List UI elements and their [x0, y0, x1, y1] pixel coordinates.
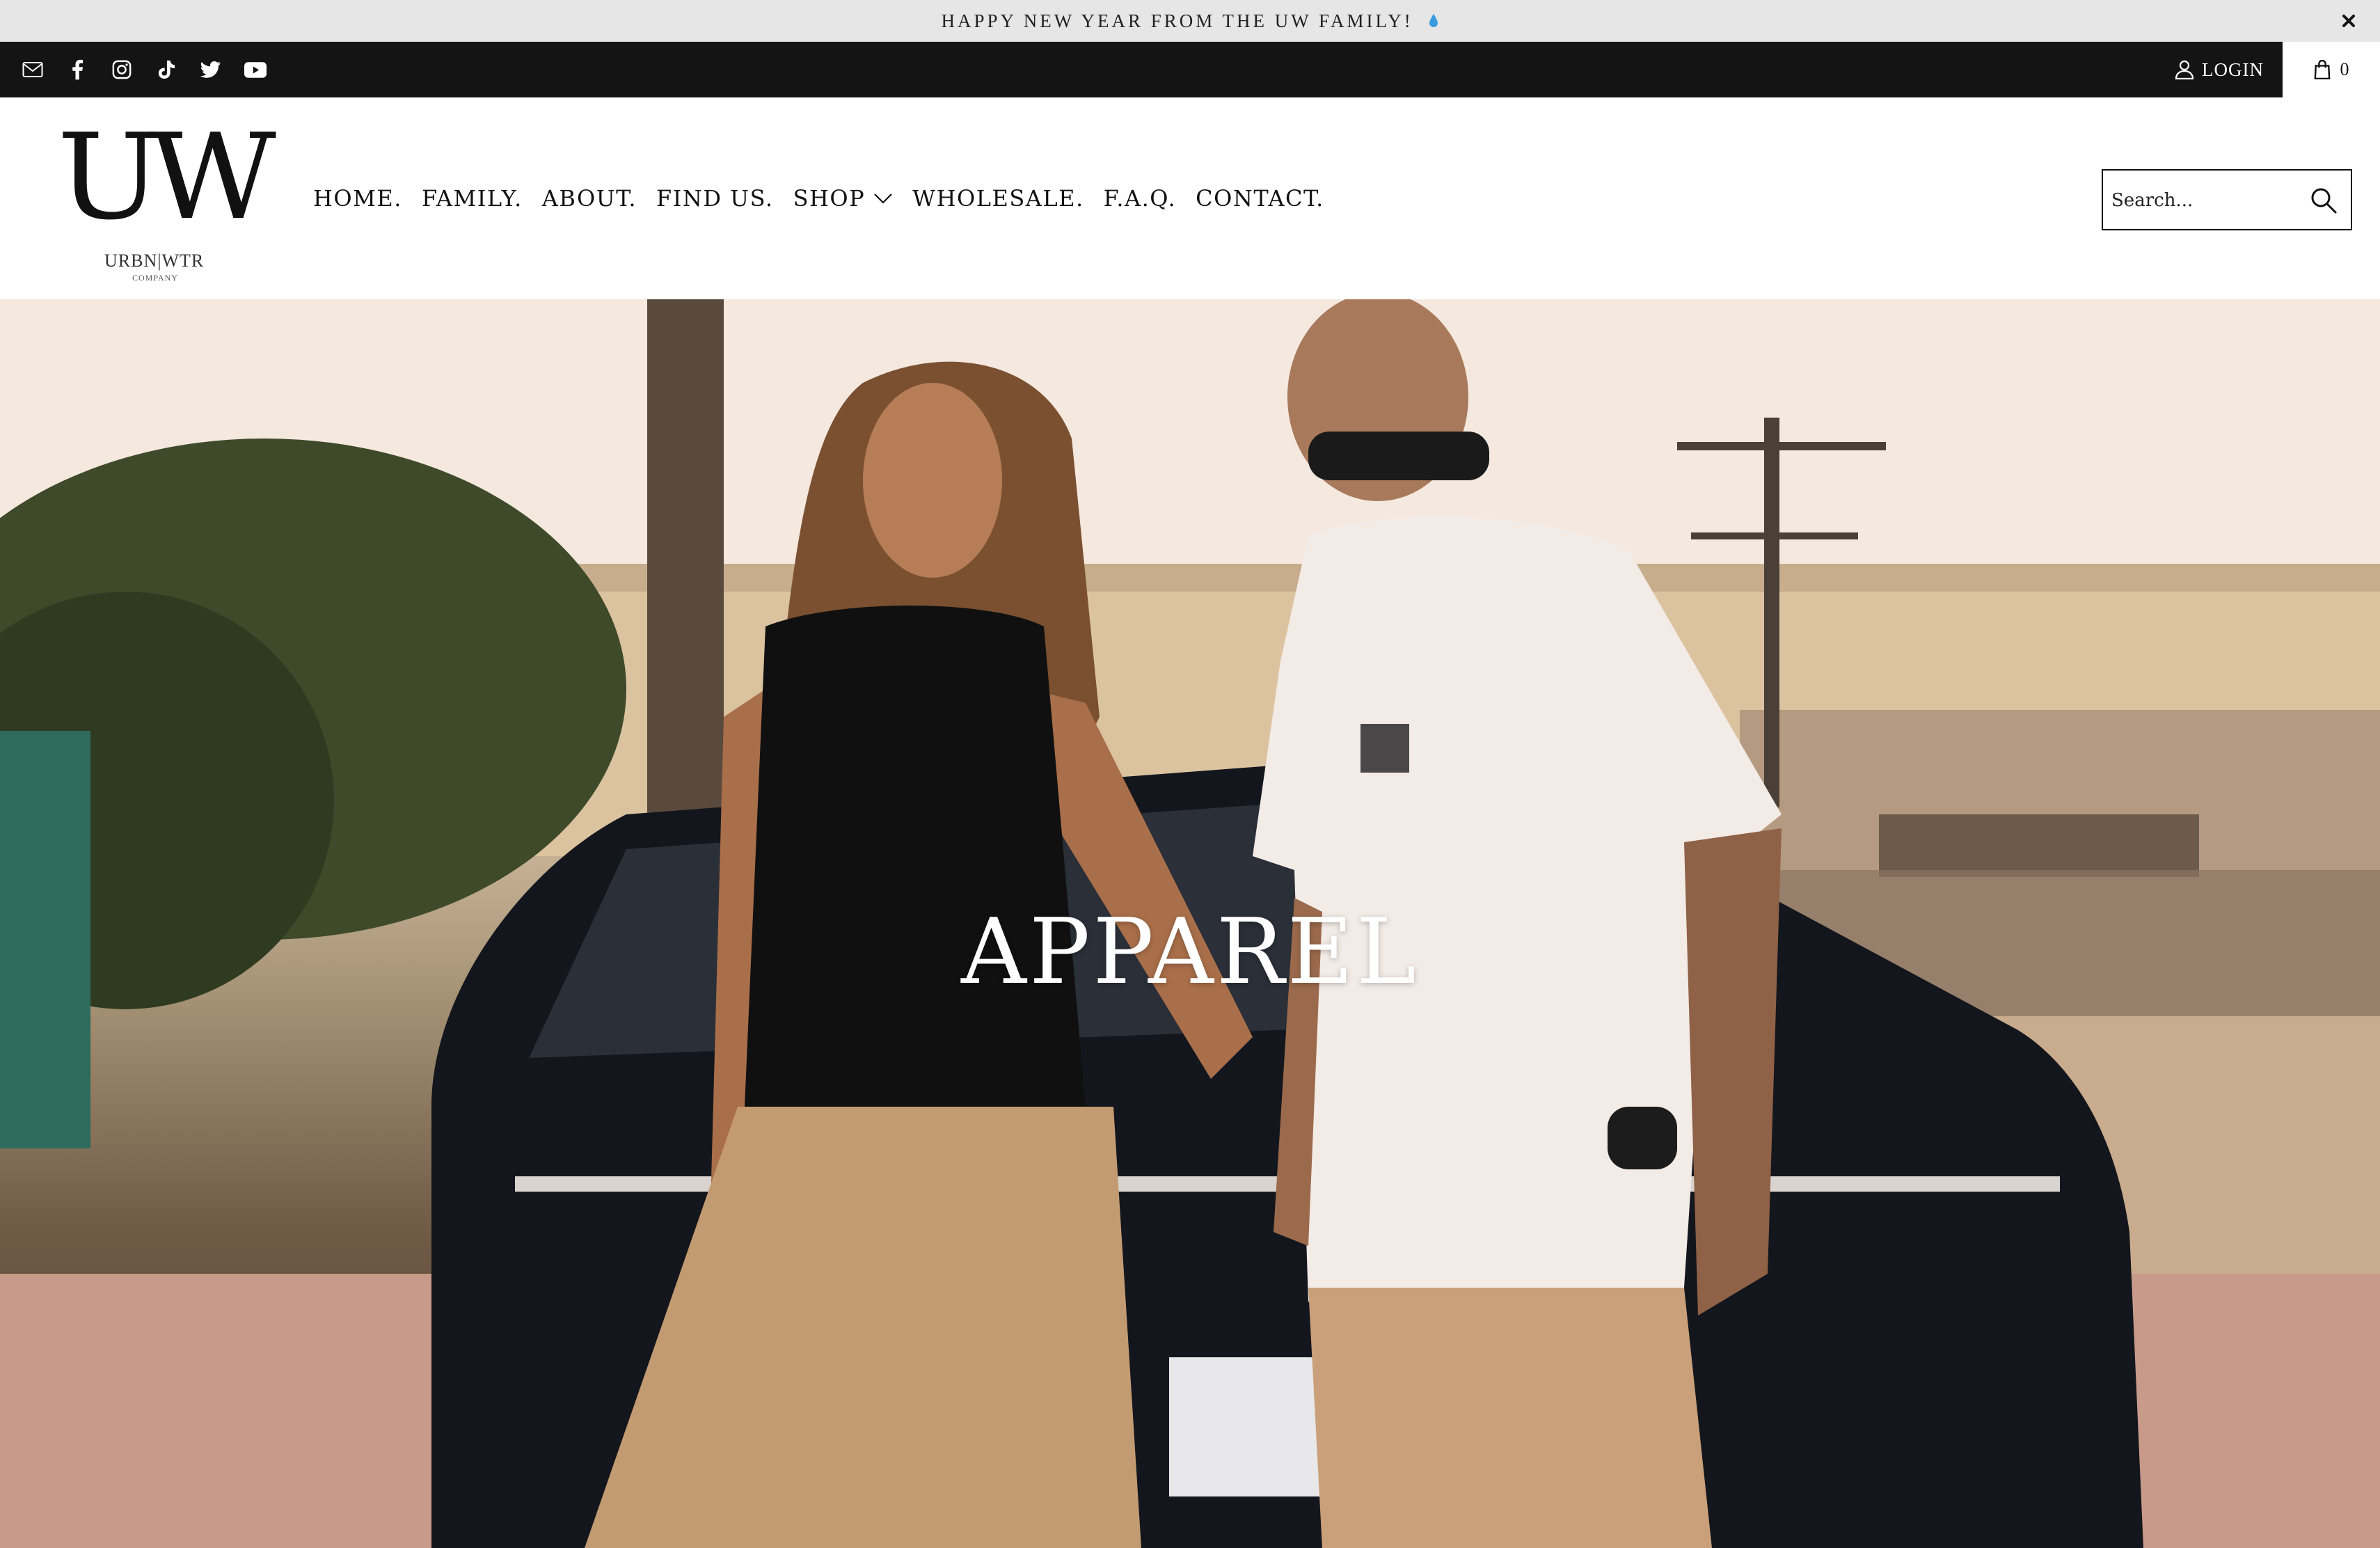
nav-item-shop[interactable]: SHOP [793, 185, 894, 212]
nav-item-home[interactable]: HOME. [313, 185, 402, 212]
search-icon [2311, 188, 2337, 214]
nav-item-faq[interactable]: F.A.Q. [1104, 185, 1176, 212]
announcement-text: HAPPY NEW YEAR FROM THE UW FAMILY! [941, 10, 1438, 32]
social-links [21, 42, 267, 97]
nav-label: CONTACT. [1196, 185, 1324, 212]
chevron-down-icon [874, 194, 892, 204]
mail-icon[interactable] [21, 58, 45, 81]
nav-label: HOME. [313, 185, 402, 212]
droplet-icon [1429, 13, 1438, 27]
nav-label: SHOP [793, 185, 866, 212]
youtube-icon[interactable] [244, 58, 267, 81]
nav-label: ABOUT. [541, 185, 637, 212]
search-button[interactable] [2306, 183, 2341, 218]
nav-label: WHOLESALE. [912, 185, 1084, 212]
user-icon [2175, 60, 2194, 80]
search-input[interactable] [2111, 177, 2306, 223]
tiktok-icon[interactable] [154, 58, 178, 81]
main-nav: HOME. FAMILY. ABOUT. FIND US. SHOP WHOLE… [313, 97, 1324, 299]
login-label: LOGIN [2202, 58, 2264, 80]
cart-count: 0 [2340, 59, 2349, 79]
nav-item-about[interactable]: ABOUT. [542, 185, 637, 212]
logo-mark: UW [57, 109, 276, 246]
announcement-text-label: HAPPY NEW YEAR FROM THE UW FAMILY! [941, 10, 1413, 31]
site-header: UW URBN|WTR COMPANY HOME. FAMILY. ABOUT.… [0, 97, 2380, 299]
nav-item-wholesale[interactable]: WHOLESALE. [912, 185, 1084, 212]
close-announcement-button[interactable] [2337, 9, 2361, 33]
hero-title: APPAREL [961, 899, 1419, 1004]
search-box [2102, 169, 2352, 230]
nav-label: FAMILY. [421, 185, 523, 212]
announcement-bar: HAPPY NEW YEAR FROM THE UW FAMILY! [0, 0, 2380, 42]
shopping-bag-icon [2314, 60, 2330, 79]
nav-label: FIND US. [656, 185, 774, 212]
nav-item-find-us[interactable]: FIND US. [656, 185, 774, 212]
instagram-icon[interactable] [110, 58, 134, 81]
logo-sub: COMPANY [132, 273, 178, 283]
nav-item-contact[interactable]: CONTACT. [1196, 185, 1324, 212]
facebook-icon[interactable] [65, 58, 89, 81]
cart-button[interactable]: 0 [2283, 42, 2380, 97]
login-link[interactable]: LOGIN [2174, 42, 2264, 97]
twitter-icon[interactable] [199, 58, 223, 81]
nav-item-family[interactable]: FAMILY. [422, 185, 523, 212]
logo[interactable]: UW URBN|WTR COMPANY [57, 118, 276, 283]
logo-name: URBN|WTR [104, 251, 205, 271]
nav-label: F.A.Q. [1103, 185, 1177, 212]
close-icon [2342, 15, 2355, 27]
top-bar: LOGIN 0 [0, 42, 2380, 97]
hero-banner[interactable]: APPAREL [0, 299, 2380, 1548]
